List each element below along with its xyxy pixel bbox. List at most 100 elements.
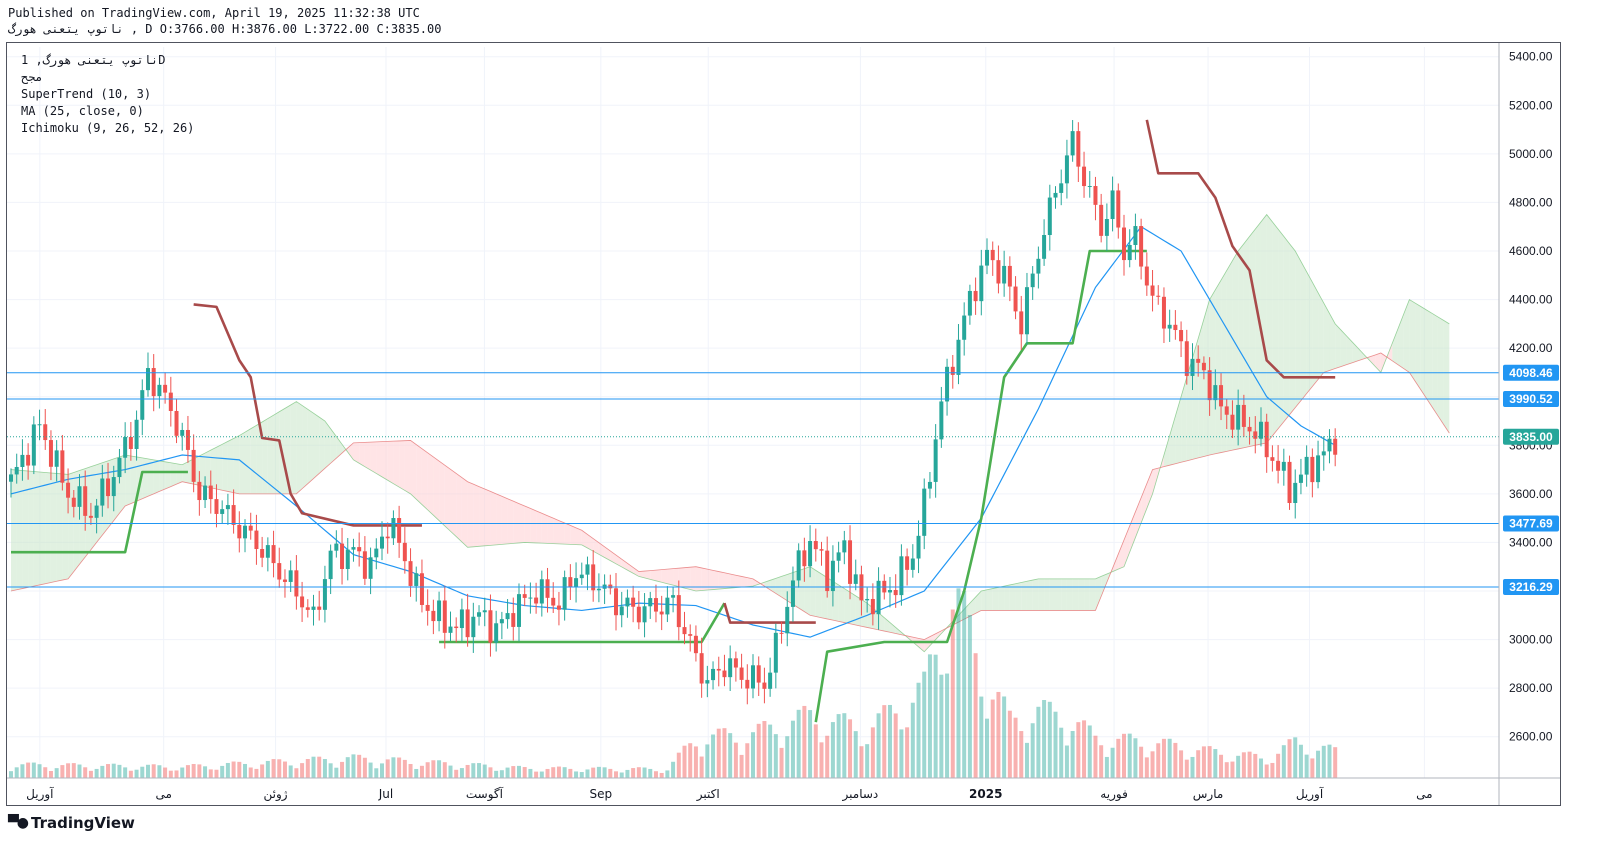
volume-bar [659, 772, 664, 778]
ohlc-line: ناتوپ يتعنی هورگ , D O:3766.00 H:3876.00… [8, 22, 442, 36]
legend-supertrend[interactable]: SuperTrend (10, 3) [21, 87, 151, 101]
candle-body [1059, 183, 1064, 193]
volume-bar [716, 728, 721, 778]
candle-body [362, 551, 367, 579]
volume-bar [916, 682, 921, 778]
volume-bar [653, 771, 658, 778]
volume-bar [14, 767, 19, 778]
cloud-segment [507, 498, 514, 544]
cloud-segment [370, 441, 377, 474]
volume-bar [94, 768, 99, 778]
volume-bar [340, 761, 345, 778]
volume-bar [551, 767, 556, 778]
candle-body [1190, 358, 1195, 376]
cloud-segment [210, 447, 217, 489]
volume-bar [1076, 722, 1081, 778]
candle-body [1264, 421, 1269, 458]
cloud-segment [11, 469, 17, 591]
volume-bar [899, 729, 904, 778]
candle-body [385, 536, 390, 539]
cloud-segment [1318, 292, 1324, 380]
candle-body [1327, 438, 1332, 452]
candle-body [848, 540, 853, 584]
candle-body [151, 368, 156, 397]
volume-bar [499, 770, 504, 778]
candle-body [779, 632, 784, 634]
candle-body [117, 457, 122, 478]
cloud-segment [1141, 483, 1147, 523]
volume-bar [31, 762, 36, 778]
candle-body [1310, 456, 1315, 483]
volume-bar [973, 653, 978, 778]
cloud-segment [444, 465, 451, 532]
volume-bar [414, 768, 419, 778]
volume-bar [756, 723, 761, 778]
candle-body [1122, 227, 1126, 261]
cloud-segment [1089, 578, 1096, 611]
volume-bar [922, 671, 927, 778]
cloud-segment [39, 472, 46, 585]
x-tick-label: Jul [378, 787, 393, 801]
candle-body [425, 604, 430, 611]
cloud-segment [1061, 578, 1067, 611]
candle-body [511, 613, 516, 627]
candle-body [1042, 235, 1047, 259]
candle-body [819, 549, 824, 551]
candle-body [751, 665, 755, 689]
candle-body [973, 290, 978, 302]
cloud-segment [1306, 271, 1313, 394]
volume-bar [1321, 745, 1326, 778]
cloud-segment [998, 586, 1005, 611]
candle-body [128, 437, 133, 449]
cloud-segment [1038, 578, 1045, 611]
published-line: Published on TradingView.com, April 19, … [8, 6, 420, 20]
cloud-segment [1146, 469, 1153, 509]
x-tick-label: می [155, 787, 171, 801]
cloud-segment [404, 440, 411, 494]
volume-bar [197, 764, 202, 778]
volume-bar [927, 654, 932, 778]
candle-body [294, 570, 299, 597]
cloud-segment [153, 459, 160, 494]
candle-body [716, 668, 721, 671]
volume-bar [288, 765, 293, 778]
cloud-segment [439, 461, 445, 526]
chart-frame[interactable]: 2600.002800.003000.003200.003400.003600.… [6, 42, 1561, 806]
cloud-segment [45, 472, 51, 584]
volume-bar [442, 762, 447, 778]
volume-bar [1333, 747, 1338, 778]
candle-body [979, 265, 984, 302]
cloud-segment [479, 486, 485, 547]
volume-bar [1161, 738, 1166, 778]
cloud-segment [245, 428, 251, 494]
candle-body [893, 589, 898, 596]
candle-body [305, 607, 310, 610]
tradingview-logo[interactable]: ▀● TradingView [8, 814, 135, 832]
legend-symbol[interactable]: ناتوپ يتعنی هورگ, 1D [21, 53, 166, 67]
volume-bar [682, 745, 687, 778]
cloud-segment [815, 570, 822, 618]
volume-bar [1264, 764, 1269, 778]
volume-bar [1099, 745, 1104, 778]
legend-ma[interactable]: MA (25, close, 0) [21, 104, 144, 118]
volume-bar [887, 704, 892, 778]
cloud-segment [364, 442, 371, 471]
volume-bar [1122, 733, 1126, 778]
volume-bar [185, 765, 190, 778]
candle-body [1173, 324, 1178, 331]
candle-body [1133, 226, 1138, 245]
volume-bar [1201, 746, 1206, 778]
price-chart[interactable]: 2600.002800.003000.003200.003400.003600.… [7, 43, 1560, 805]
volume-bar [128, 770, 133, 778]
x-tick-label: آوریل [1296, 786, 1324, 802]
candle-body [220, 509, 225, 514]
legend-ichimoku[interactable]: Ichimoku (9, 26, 52, 26) [21, 121, 194, 135]
candle-body [1064, 155, 1069, 184]
candle-body [442, 600, 447, 633]
candle-body [608, 584, 613, 589]
candle-body [1082, 166, 1087, 187]
cloud-segment [1066, 578, 1073, 611]
volume-bar [1093, 735, 1098, 778]
volume-bar [785, 736, 790, 778]
volume-bar [43, 767, 48, 778]
